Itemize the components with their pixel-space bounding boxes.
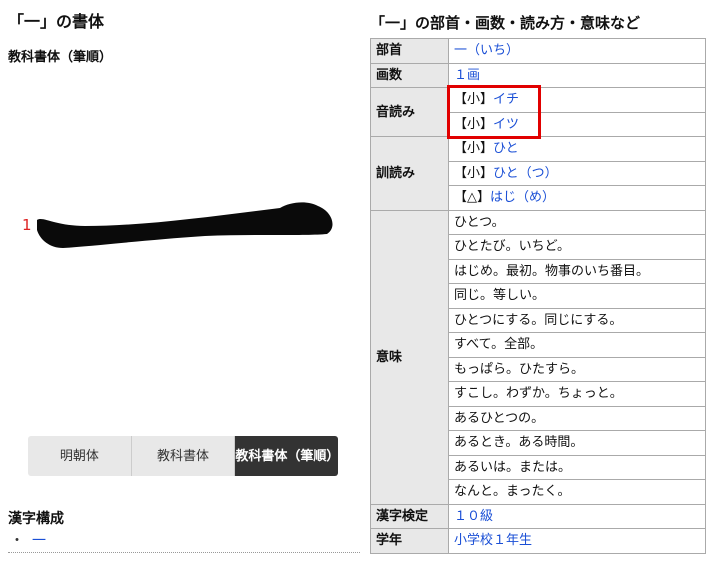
kanji-stroke-1 bbox=[37, 202, 333, 248]
grade-tag: 【小】 bbox=[454, 92, 494, 108]
grade-tag: 【小】 bbox=[454, 116, 494, 132]
imi-cell: あるいは。または。 bbox=[448, 454, 706, 480]
imi-cell: なんと。まったく。 bbox=[448, 479, 706, 505]
grade-tag: 【小】 bbox=[454, 165, 494, 181]
kunyomi-link[interactable]: ひと bbox=[493, 141, 519, 156]
kakusu-label: 画数 bbox=[370, 62, 449, 88]
kosei-link[interactable]: 一 bbox=[32, 533, 46, 549]
kanji-kosei-heading: 漢字構成 bbox=[8, 511, 64, 527]
info-title: 「一」の部首・画数・読み方・意味など bbox=[370, 14, 641, 32]
shotai-panel: 「一」の書体 教科書体（筆順） 1 明朝体 教科書体 教科書体（筆順） 漢字構成… bbox=[0, 0, 360, 563]
imi-label: 意味 bbox=[370, 209, 449, 505]
table-row: 学年 小学校１年生 bbox=[370, 528, 706, 554]
kunyomi-cell: 【△】はじ（め） bbox=[448, 185, 706, 211]
grade-tag: 【△】 bbox=[454, 190, 490, 206]
kentei-label: 漢字検定 bbox=[370, 503, 449, 529]
onyomi-link[interactable]: イチ bbox=[493, 92, 519, 107]
kanji-info-table: 部首 一（いち） 画数 １画 音読み 【小】イチ 【小】イツ 訓読み 【小】ひと… bbox=[370, 38, 706, 554]
tab-kyokasho[interactable]: 教科書体 bbox=[131, 436, 236, 476]
kentei-link[interactable]: １０級 bbox=[454, 509, 493, 524]
tab-kyokasho-hitsujun[interactable]: 教科書体（筆順） bbox=[235, 436, 338, 476]
imi-cell: もっぱら。ひたすら。 bbox=[448, 356, 706, 382]
list-bullet: ・ bbox=[10, 533, 24, 549]
gakunen-link[interactable]: 小学校１年生 bbox=[454, 533, 532, 548]
table-row: 意味 ひとつ。 bbox=[370, 209, 706, 505]
shotai-title: 「一」の書体 bbox=[8, 12, 105, 31]
tab-mincho[interactable]: 明朝体 bbox=[28, 436, 132, 476]
imi-cell: はじめ。最初。物事のいち番目。 bbox=[448, 258, 706, 284]
divider bbox=[8, 552, 360, 553]
table-row: 訓読み 【小】ひと bbox=[370, 136, 706, 211]
onyomi-link[interactable]: イツ bbox=[493, 117, 519, 132]
grade-tag: 【小】 bbox=[454, 141, 494, 157]
imi-cell: ひとつにする。同じにする。 bbox=[448, 307, 706, 333]
imi-cell: 同じ。等しい。 bbox=[448, 283, 706, 309]
imi-cell: ひとたび。いちど。 bbox=[448, 234, 706, 260]
kunyomi-label: 訓読み bbox=[370, 136, 449, 211]
table-row: 画数 １画 bbox=[370, 62, 706, 88]
kunyomi-cell: 【小】ひと bbox=[448, 136, 706, 162]
imi-cell: すべて。全部。 bbox=[448, 332, 706, 358]
kanji-stroke-image bbox=[37, 202, 333, 248]
bushu-value: 一（いち） bbox=[448, 38, 706, 64]
gakunen-label: 学年 bbox=[370, 528, 449, 554]
onyomi-cell: 【小】イチ bbox=[448, 87, 706, 113]
table-row: 漢字検定 １０級 bbox=[370, 503, 706, 529]
kunyomi-cell: 【小】ひと（つ） bbox=[448, 160, 706, 186]
kentei-value: １０級 bbox=[448, 503, 706, 529]
imi-cell: ひとつ。 bbox=[448, 209, 706, 235]
kunyomi-link[interactable]: ひと（つ） bbox=[493, 166, 558, 181]
kakusu-link[interactable]: １画 bbox=[454, 68, 480, 83]
info-panel: 「一」の部首・画数・読み方・意味など 部首 一（いち） 画数 １画 音読み 【小… bbox=[370, 0, 720, 563]
bushu-link[interactable]: 一（いち） bbox=[454, 43, 519, 58]
bushu-label: 部首 bbox=[370, 38, 449, 64]
onyomi-cell: 【小】イツ bbox=[448, 111, 706, 137]
kakusu-value: １画 bbox=[448, 62, 706, 88]
kunyomi-link[interactable]: はじ（め） bbox=[490, 190, 555, 205]
imi-cell: すこし。わずか。ちょっと。 bbox=[448, 381, 706, 407]
table-row: 部首 一（いち） bbox=[370, 38, 706, 64]
onyomi-label: 音読み bbox=[370, 87, 449, 137]
kanji-kosei-item: ・一 bbox=[10, 530, 46, 550]
imi-cell: あるひとつの。 bbox=[448, 405, 706, 431]
font-style-tabs: 明朝体 教科書体 教科書体（筆順） bbox=[28, 436, 338, 476]
shotai-subtitle: 教科書体（筆順） bbox=[8, 50, 113, 65]
table-row: 音読み 【小】イチ bbox=[370, 87, 706, 137]
imi-cell: あるとき。ある時間。 bbox=[448, 430, 706, 456]
gakunen-value: 小学校１年生 bbox=[448, 528, 706, 554]
